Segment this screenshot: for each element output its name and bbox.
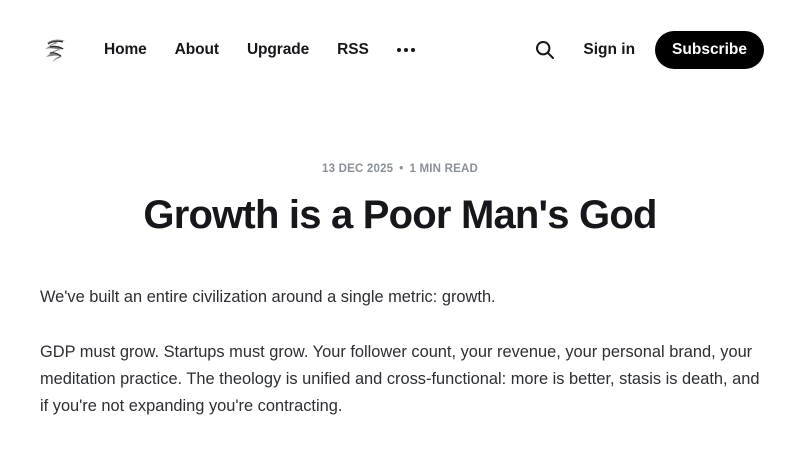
nav-rss[interactable]: RSS [337, 41, 369, 59]
post-date: 13 DEC 2025 [322, 163, 394, 175]
site-header: Home About Upgrade RSS Sign in Subscribe [0, 0, 800, 100]
post-meta: 13 DEC 2025 • 1 MIN READ [0, 163, 800, 175]
main-nav: Home About Upgrade RSS [104, 38, 415, 62]
ellipsis-dot [396, 48, 401, 52]
header-actions: Sign in Subscribe [534, 31, 764, 69]
post-content: We've built an entire civilization aroun… [40, 284, 760, 448]
post-title: Growth is a Poor Man's God [143, 193, 657, 237]
paragraph: We've built an entire civilization aroun… [40, 288, 496, 306]
nav-home[interactable]: Home [104, 41, 147, 59]
subscribe-button[interactable]: Subscribe [655, 31, 764, 69]
meta-separator: • [399, 163, 404, 175]
brush-stroke-logo-icon [45, 39, 65, 63]
search-icon [536, 41, 555, 59]
signin-link[interactable]: Sign in [583, 41, 635, 59]
ellipsis-dot [403, 48, 408, 52]
nav-about[interactable]: About [175, 41, 219, 59]
ellipsis-icon[interactable] [396, 40, 415, 60]
nav-upgrade[interactable]: Upgrade [247, 41, 309, 59]
search-button[interactable] [534, 39, 556, 61]
site-logo[interactable] [40, 35, 72, 67]
ellipsis-dot [410, 48, 415, 52]
paragraph: GDP must grow. Startups must grow. Your … [40, 343, 760, 415]
read-time: 1 MIN READ [409, 163, 478, 175]
